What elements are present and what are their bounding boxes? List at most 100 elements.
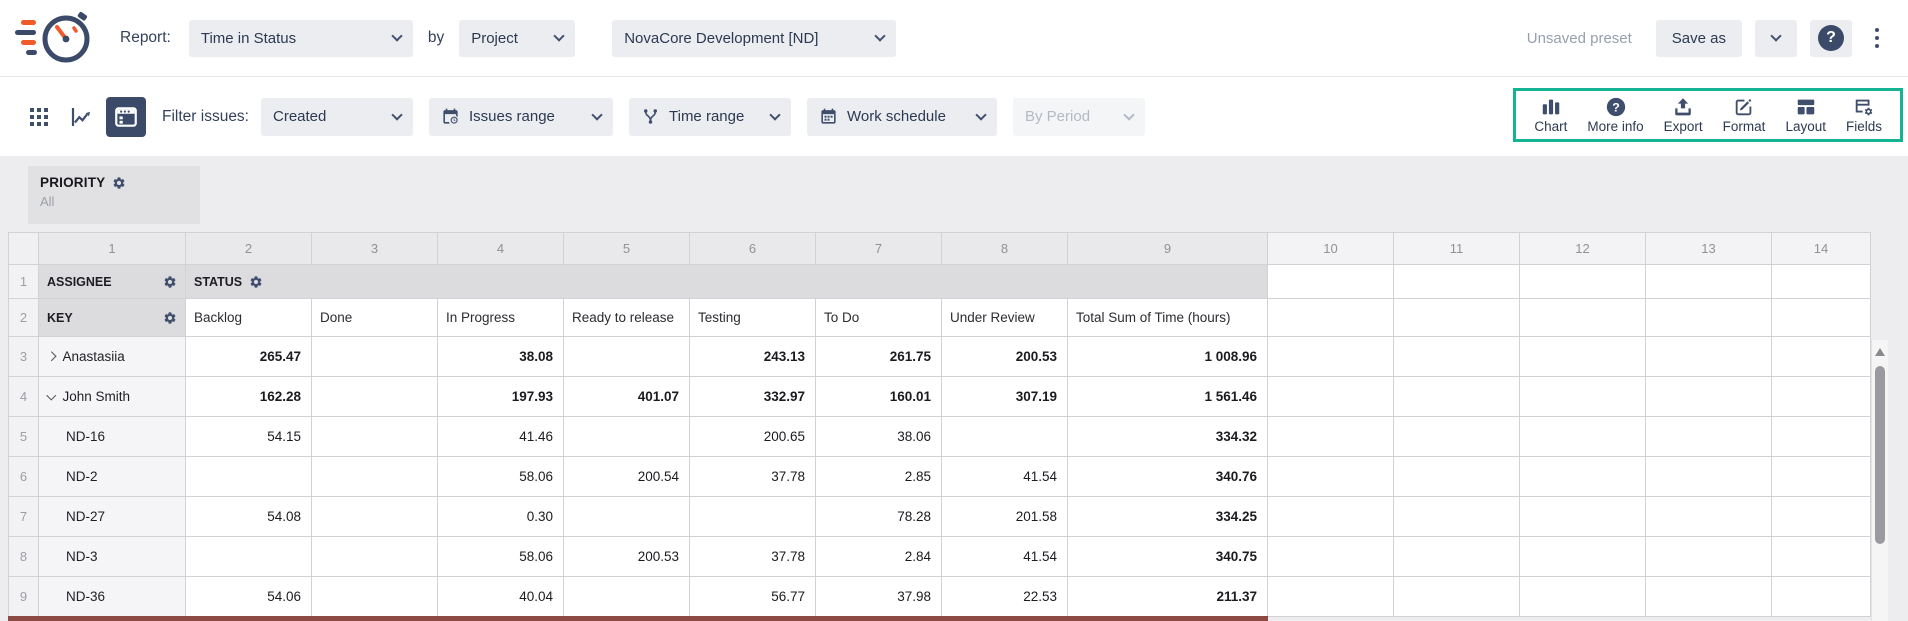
total-cell[interactable]: 334.32 [1068, 417, 1268, 457]
row-label-nd-3[interactable]: ND-3 [39, 537, 186, 577]
empty-cell[interactable] [1268, 337, 1394, 377]
value-cell[interactable] [564, 497, 690, 537]
row-number-5[interactable]: 5 [9, 417, 39, 457]
empty-cell[interactable] [1646, 377, 1772, 417]
empty-cell[interactable] [1268, 577, 1394, 617]
action-chart[interactable]: Chart [1524, 95, 1577, 135]
total-cell[interactable]: 334.25 [1068, 497, 1268, 537]
value-cell[interactable]: 243.13 [690, 337, 816, 377]
value-cell[interactable]: 78.28 [816, 497, 942, 537]
empty-cell[interactable] [1394, 497, 1520, 537]
empty-cell[interactable] [1646, 537, 1772, 577]
value-cell[interactable]: 37.78 [690, 537, 816, 577]
empty-cell[interactable] [1772, 537, 1871, 577]
value-cell[interactable]: 265.47 [186, 337, 312, 377]
pivot-view-button-selected[interactable] [106, 97, 146, 137]
value-cell[interactable]: 307.19 [942, 377, 1068, 417]
column-header-6[interactable]: 6 [690, 233, 816, 265]
empty-cell[interactable] [1772, 417, 1871, 457]
empty-cell[interactable] [1646, 577, 1772, 617]
empty-cell[interactable] [1646, 337, 1772, 377]
column-header-3[interactable]: 3 [312, 233, 438, 265]
empty-cell[interactable] [1646, 497, 1772, 537]
empty-cell[interactable] [1268, 299, 1394, 337]
value-cell[interactable]: 58.06 [438, 457, 564, 497]
column-header-12[interactable]: 12 [1520, 233, 1646, 265]
empty-cell[interactable] [1772, 497, 1871, 537]
action-layout[interactable]: Layout [1775, 95, 1836, 135]
issues-range-dropdown[interactable]: Issues range [429, 98, 613, 136]
empty-cell[interactable] [1520, 497, 1646, 537]
value-cell[interactable] [312, 377, 438, 417]
value-cell[interactable] [564, 577, 690, 617]
value-cell[interactable]: 261.75 [816, 337, 942, 377]
row-number-7[interactable]: 7 [9, 497, 39, 537]
empty-cell[interactable] [1772, 377, 1871, 417]
value-cell[interactable]: 37.98 [816, 577, 942, 617]
column-header-7[interactable]: 7 [816, 233, 942, 265]
value-cell[interactable]: 56.77 [690, 577, 816, 617]
empty-cell[interactable] [1520, 299, 1646, 337]
column-header-8[interactable]: 8 [942, 233, 1068, 265]
column-header-2[interactable]: 2 [186, 233, 312, 265]
empty-cell[interactable] [1394, 457, 1520, 497]
value-cell[interactable]: 2.85 [816, 457, 942, 497]
empty-cell[interactable] [1394, 265, 1520, 299]
empty-cell[interactable] [1268, 265, 1394, 299]
value-cell[interactable]: 58.06 [438, 537, 564, 577]
empty-cell[interactable] [1520, 457, 1646, 497]
total-cell[interactable]: 211.37 [1068, 577, 1268, 617]
row-number-8[interactable]: 8 [9, 537, 39, 577]
total-cell[interactable]: 340.76 [1068, 457, 1268, 497]
assignee-header-cell[interactable]: ASSIGNEE [39, 265, 186, 299]
expand-chevron-icon[interactable] [47, 352, 56, 361]
value-cell[interactable] [312, 457, 438, 497]
empty-cell[interactable] [1646, 457, 1772, 497]
empty-cell[interactable] [1520, 417, 1646, 457]
column-header-5[interactable]: 5 [564, 233, 690, 265]
value-cell[interactable]: 54.06 [186, 577, 312, 617]
value-cell[interactable] [312, 537, 438, 577]
chart-view-button[interactable] [64, 100, 98, 134]
empty-cell[interactable] [1268, 497, 1394, 537]
value-cell[interactable]: 41.54 [942, 537, 1068, 577]
row-number-3[interactable]: 3 [9, 337, 39, 377]
column-header-9[interactable]: 9 [1068, 233, 1268, 265]
value-cell[interactable]: 38.08 [438, 337, 564, 377]
value-cell[interactable]: 200.54 [564, 457, 690, 497]
status-column-backlog[interactable]: Backlog [186, 299, 312, 337]
value-cell[interactable]: 162.28 [186, 377, 312, 417]
status-column-ready-to-release[interactable]: Ready to release [564, 299, 690, 337]
total-cell[interactable]: 340.75 [1068, 537, 1268, 577]
more-menu-button[interactable] [1864, 20, 1890, 57]
action-more-info[interactable]: ?More info [1577, 95, 1653, 135]
value-cell[interactable]: 38.06 [816, 417, 942, 457]
created-dropdown[interactable]: Created [261, 98, 413, 136]
value-cell[interactable] [312, 577, 438, 617]
grid-view-button[interactable] [22, 100, 56, 134]
value-cell[interactable] [564, 337, 690, 377]
empty-cell[interactable] [1646, 417, 1772, 457]
value-cell[interactable]: 200.65 [690, 417, 816, 457]
row-number-4[interactable]: 4 [9, 377, 39, 417]
value-cell[interactable]: 41.46 [438, 417, 564, 457]
row-label-nd-27[interactable]: ND-27 [39, 497, 186, 537]
status-column-in-progress[interactable]: In Progress [438, 299, 564, 337]
total-cell[interactable]: 1 561.46 [1068, 377, 1268, 417]
value-cell[interactable] [690, 497, 816, 537]
help-button[interactable]: ? [1810, 20, 1852, 57]
priority-filter-cell[interactable]: PRIORITY All [28, 166, 200, 224]
value-cell[interactable]: 200.53 [564, 537, 690, 577]
empty-cell[interactable] [1394, 377, 1520, 417]
time-range-dropdown[interactable]: Time range [629, 98, 791, 136]
key-header-cell[interactable]: KEY [39, 299, 186, 337]
collapse-chevron-icon[interactable] [47, 390, 56, 399]
value-cell[interactable]: 197.93 [438, 377, 564, 417]
empty-cell[interactable] [1394, 577, 1520, 617]
column-header-11[interactable]: 11 [1394, 233, 1520, 265]
group-by-dropdown[interactable]: Project [459, 20, 575, 57]
value-cell[interactable]: 41.54 [942, 457, 1068, 497]
total-column-header[interactable]: Total Sum of Time (hours) [1068, 299, 1268, 337]
empty-cell[interactable] [1772, 577, 1871, 617]
row-label-nd-36[interactable]: ND-36 [39, 577, 186, 617]
